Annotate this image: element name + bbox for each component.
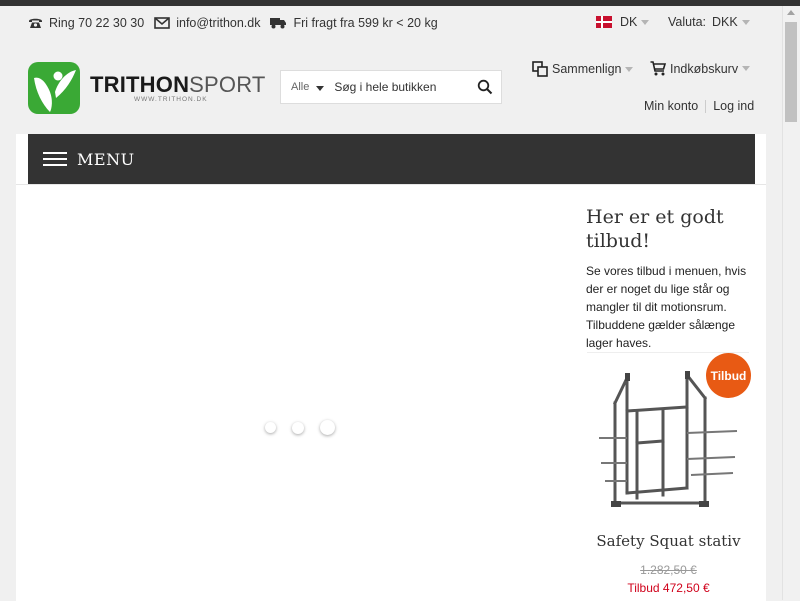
- language-selector[interactable]: DK: [596, 15, 650, 29]
- offer-description: Se vores tilbud i menuen, hvis der er no…: [586, 264, 747, 350]
- compare-label: Sammenlign: [552, 62, 622, 76]
- loader-dot: [292, 421, 304, 434]
- currency-value: DKK: [712, 15, 738, 29]
- sale-price: Tilbud 472,50 €: [627, 581, 710, 595]
- search-category-label: Alle: [291, 81, 310, 93]
- search-icon[interactable]: [477, 79, 493, 95]
- logo-brand-thin: SPORT: [189, 72, 266, 97]
- account-links: Min konto Log ind: [644, 99, 754, 113]
- chevron-down-icon: [741, 19, 750, 25]
- shipping-info: Fri fragt fra 599 kr < 20 kg: [270, 16, 438, 30]
- content-edge-right: [755, 134, 766, 184]
- loader-dot: [265, 422, 276, 433]
- hamburger-icon: [43, 152, 67, 166]
- main-menu-bar[interactable]: MENU: [28, 134, 755, 184]
- offer-heading: Her er et godt tilbud!: [586, 206, 724, 252]
- truck-icon: [270, 18, 287, 29]
- shipping-text: Fri fragt fra 599 kr < 20 kg: [293, 16, 438, 30]
- chevron-down-icon: [742, 66, 751, 71]
- danish-flag-icon: [596, 16, 612, 28]
- content-edge-left: [16, 134, 28, 184]
- search-category-select[interactable]: Alle: [291, 81, 325, 93]
- page-scrollbar[interactable]: [782, 6, 800, 600]
- logo-url: WWW.TRITHON.DK: [134, 96, 208, 103]
- loader-dot: [320, 420, 335, 435]
- site-logo[interactable]: TRITHONSPORT WWW.TRITHON.DK: [28, 62, 265, 114]
- chevron-down-icon: [641, 19, 650, 25]
- compare-icon: [532, 61, 548, 77]
- email-address: info@trithon.dk: [176, 16, 261, 30]
- currency-selector[interactable]: Valuta: DKK: [668, 15, 750, 29]
- caret-down-icon: [316, 86, 325, 91]
- phone-icon: [29, 18, 42, 28]
- email-contact[interactable]: info@trithon.dk: [154, 16, 260, 30]
- my-account-link[interactable]: Min konto: [644, 99, 698, 113]
- phone-contact[interactable]: Ring 70 22 30 30: [28, 16, 144, 30]
- slider-loading-indicator: [265, 420, 351, 435]
- scroll-up-arrow-icon[interactable]: [787, 10, 795, 15]
- language-code: DK: [620, 15, 638, 29]
- search-input[interactable]: [332, 79, 467, 95]
- sale-badge: Tilbud: [706, 353, 751, 398]
- cart-icon: [650, 61, 666, 76]
- scroll-thumb[interactable]: [785, 22, 797, 122]
- logo-wordmark: TRITHONSPORT: [90, 72, 266, 98]
- divider: [705, 99, 707, 113]
- envelope-icon: [154, 17, 171, 29]
- login-link[interactable]: Log ind: [713, 99, 754, 113]
- cart-label: Indkøbskurv: [670, 61, 739, 76]
- product-name[interactable]: Safety Squat stativ: [586, 532, 751, 550]
- contact-bar: Ring 70 22 30 30 info@trithon.dk Fri fra…: [28, 14, 448, 32]
- old-price: 1.282,50 €: [640, 563, 697, 577]
- phone-number: Ring 70 22 30 30: [49, 16, 145, 30]
- currency-label: Valuta:: [668, 15, 706, 29]
- menu-label: MENU: [77, 149, 135, 169]
- chevron-down-icon: [625, 66, 634, 72]
- logo-mark-icon: [28, 62, 80, 114]
- logo-brand-bold: TRITHON: [90, 72, 190, 97]
- search-box: Alle: [280, 70, 502, 104]
- compare-link[interactable]: Sammenlign: [532, 61, 634, 77]
- cart-link[interactable]: Indkøbskurv: [650, 61, 751, 76]
- top-strip: [0, 0, 800, 6]
